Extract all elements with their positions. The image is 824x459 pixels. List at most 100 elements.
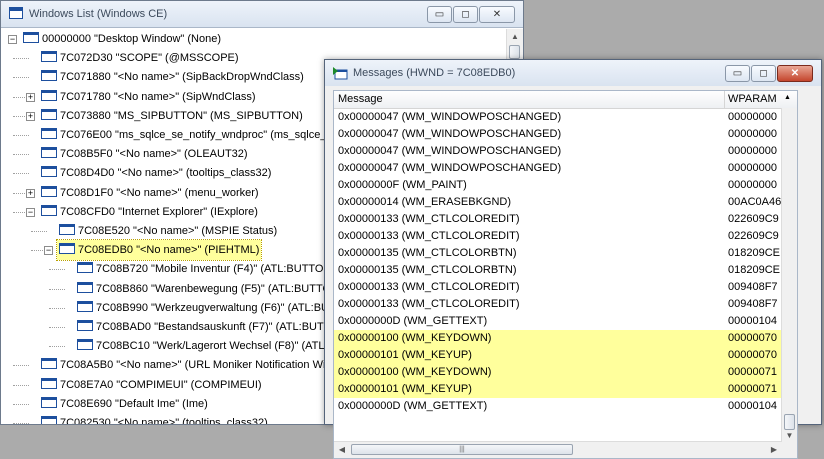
window-icon [41,89,57,101]
wparam-cell: 00000104 [728,315,777,327]
tree-node-label-wrap[interactable]: 7C08B5F0 "<No name>" (OLEAUT32) [39,144,250,164]
window-icon [59,243,75,255]
message-cell: 0x00000100 (WM_KEYDOWN) [338,366,492,378]
message-cell: 0x00000133 (WM_CTLCOLOREDIT) [338,230,520,242]
tree-node-label-wrap[interactable]: 00000000 "Desktop Window" (None) [21,29,223,49]
window-icon [77,262,93,274]
tree-scroll-thumb[interactable] [509,45,520,59]
message-cell: 0x00000047 (WM_WINDOWPOSCHANGED) [338,111,562,123]
messages-window-icon [333,67,348,80]
tree-node-text: 7C08B990 "Werkzeugverwaltung (F6)" (ATL:… [96,301,363,314]
tree-connector-line [31,231,47,232]
tree-node-label-wrap[interactable]: 7C071780 "<No name>" (SipWndClass) [39,87,258,107]
scroll-right-arrow-icon[interactable]: ▶ [766,442,782,458]
expand-icon[interactable]: + [26,92,35,102]
windows-list-titlebar[interactable]: Windows List (Windows CE) ▭ ◻ ✕ [1,1,523,28]
tree-node-text: 7C08E690 "Default Ime" (Ime) [60,397,208,410]
tree-node-label-wrap[interactable]: 7C08E7A0 "COMPIMEUI" (COMPIMEUI) [39,375,264,395]
tree-node-label-wrap[interactable]: 7C08D4D0 "<No name>" (tooltips_class32) [39,163,273,183]
message-cell: 0x00000133 (WM_CTLCOLOREDIT) [338,298,520,310]
maximize-button[interactable]: ◻ [453,6,478,23]
tree-connector-line [49,327,65,328]
window-icon [41,204,57,216]
collapse-icon[interactable]: − [26,207,35,217]
message-row[interactable]: 0x00000133 (WM_CTLCOLOREDIT) 009408F7 [334,279,782,296]
tree-node-label-wrap[interactable]: 7C08BAD0 "Bestandsauskunft (F7)" (ATL:BU… [75,317,352,337]
collapse-icon[interactable]: − [44,246,53,256]
wparam-cell: 00000071 [728,383,777,395]
minimize-button[interactable]: ▭ [427,6,452,23]
tree-node-label-wrap[interactable]: 7C08B860 "Warenbewegung (F5)" (ATL:BUTTO… [75,279,345,299]
windows-list-title: Windows List (Windows CE) [29,8,168,20]
tree-node-label-wrap[interactable]: 7C08E520 "<No name>" (MSPIE Status) [57,221,279,241]
message-row[interactable]: 0x00000133 (WM_CTLCOLOREDIT) 022609C9 [334,228,782,245]
message-row[interactable]: 0x0000000D (WM_GETTEXT) 00000104 [334,398,782,415]
messages-table[interactable]: Message WPARAM ▲ 0x00000047 (WM_WINDOWPO… [333,90,798,459]
collapse-icon[interactable]: − [8,35,17,44]
wparam-cell: 00000000 [728,179,777,191]
message-cell: 0x0000000D (WM_GETTEXT) [338,400,488,412]
tree-node-label-wrap[interactable]: 7C072D30 "SCOPE" (@MSSCOPE) [39,48,241,68]
column-header-message[interactable]: Message [338,93,383,105]
message-row[interactable]: 0x00000047 (WM_WINDOWPOSCHANGED) 00000000 [334,160,782,177]
messages-horizontal-scrollbar[interactable]: ◀ ||| ▶ [334,441,782,458]
message-row[interactable]: 0x00000100 (WM_KEYDOWN) 00000070 [334,330,782,347]
tree-node-label-wrap[interactable]: 7C08B990 "Werkzeugverwaltung (F6)" (ATL:… [75,298,364,318]
wparam-cell: 018209CE [728,247,780,259]
message-row[interactable]: 0x00000047 (WM_WINDOWPOSCHANGED) 00000000 [334,143,782,160]
tree-node-text: 7C08D1F0 "<No name>" (menu_worker) [60,186,259,199]
expand-icon[interactable]: + [26,111,35,121]
tree-node-label-wrap[interactable]: 7C08B720 "Mobile Inventur (F4)" (ATL:BUT… [75,259,337,279]
tree-node-text: 00000000 "Desktop Window" (None) [42,33,222,45]
window-icon [41,416,57,424]
tree-node-label-wrap[interactable]: 7C071880 "<No name>" (SipBackDropWndClas… [39,67,306,87]
message-row[interactable]: 0x00000135 (WM_CTLCOLORBTN) 018209CE [334,262,782,279]
message-row[interactable]: 0x00000047 (WM_WINDOWPOSCHANGED) 00000000 [334,126,782,143]
message-row[interactable]: 0x0000000F (WM_PAINT) 00000000 [334,177,782,194]
column-separator[interactable] [724,91,725,108]
message-cell: 0x00000047 (WM_WINDOWPOSCHANGED) [338,128,562,140]
wparam-cell: 018209CE [728,264,780,276]
scroll-up-arrow-icon[interactable]: ▲ [507,29,523,45]
message-row[interactable]: 0x00000101 (WM_KEYUP) 00000070 [334,347,782,364]
message-row[interactable]: 0x00000014 (WM_ERASEBKGND) 00AC0A46 [334,194,782,211]
message-row[interactable]: 0x00000133 (WM_CTLCOLOREDIT) 022609C9 [334,211,782,228]
tree-node-label-wrap[interactable]: 7C08CFD0 "Internet Explorer" (IExplore) [39,202,260,222]
messages-hscroll-thumb[interactable]: ||| [351,444,573,455]
message-row[interactable]: 0x0000000D (WM_GETTEXT) 00000104 [334,313,782,330]
message-row[interactable]: 0x00000100 (WM_KEYDOWN) 00000071 [334,364,782,381]
message-row[interactable]: 0x00000133 (WM_CTLCOLOREDIT) 009408F7 [334,296,782,313]
tree-node-label-wrap[interactable]: 7C08E690 "Default Ime" (Ime) [39,394,210,414]
tree-node-label-wrap[interactable]: 7C08D1F0 "<No name>" (menu_worker) [39,183,261,203]
message-row[interactable]: 0x00000047 (WM_WINDOWPOSCHANGED) 00000000 [334,109,782,126]
messages-titlebar[interactable]: Messages (HWND = 7C08EDB0) ▭ ◻ ✕ [325,60,821,87]
tree-node-label-wrap[interactable]: 7C073880 "MS_SIPBUTTON" (MS_SIPBUTTON) [39,106,305,126]
tree-connector-line [49,346,65,348]
close-button[interactable]: ✕ [479,6,515,23]
scroll-up-arrow-icon[interactable]: ▲ [784,94,791,101]
messages-vertical-scrollbar[interactable]: ▼ [781,108,797,442]
tree-node-label-wrap[interactable]: 7C082530 "<No name>" (tooltips_class32) [39,413,270,424]
tree-node-label-wrap[interactable]: 7C08A5B0 "<No name>" (URL Moniker Notifi… [39,355,357,375]
message-row[interactable]: 0x00000135 (WM_CTLCOLORBTN) 018209CE [334,245,782,262]
size-grip-icon[interactable] [782,442,797,458]
scroll-left-arrow-icon[interactable]: ◀ [334,442,350,458]
window-icon [77,320,93,332]
messages-window: Messages (HWND = 7C08EDB0) ▭ ◻ ✕ Message… [324,59,822,459]
window-icon [77,281,93,293]
tree-connector-line [49,307,65,309]
tree-connector-line [13,58,29,60]
minimize-button[interactable]: ▭ [725,65,750,82]
window-icon [77,300,93,312]
tree-node-label-wrap[interactable]: 7C08EDB0 "<No name>" (PIEHTML) [55,239,263,262]
message-row[interactable]: 0x00000101 (WM_KEYUP) 00000071 [334,381,782,398]
maximize-button[interactable]: ◻ [751,65,776,82]
window-icon [23,32,39,44]
tree-node-text: 7C08EDB0 "<No name>" (PIEHTML) [78,244,260,257]
messages-table-header: Message WPARAM ▲ [334,91,797,109]
close-button[interactable]: ✕ [777,65,813,82]
expand-icon[interactable]: + [26,188,35,198]
wparam-cell: 009408F7 [728,281,778,293]
tree-node-text: 7C08E7A0 "COMPIMEUI" (COMPIMEUI) [60,378,262,391]
column-header-wparam[interactable]: WPARAM [728,93,777,105]
